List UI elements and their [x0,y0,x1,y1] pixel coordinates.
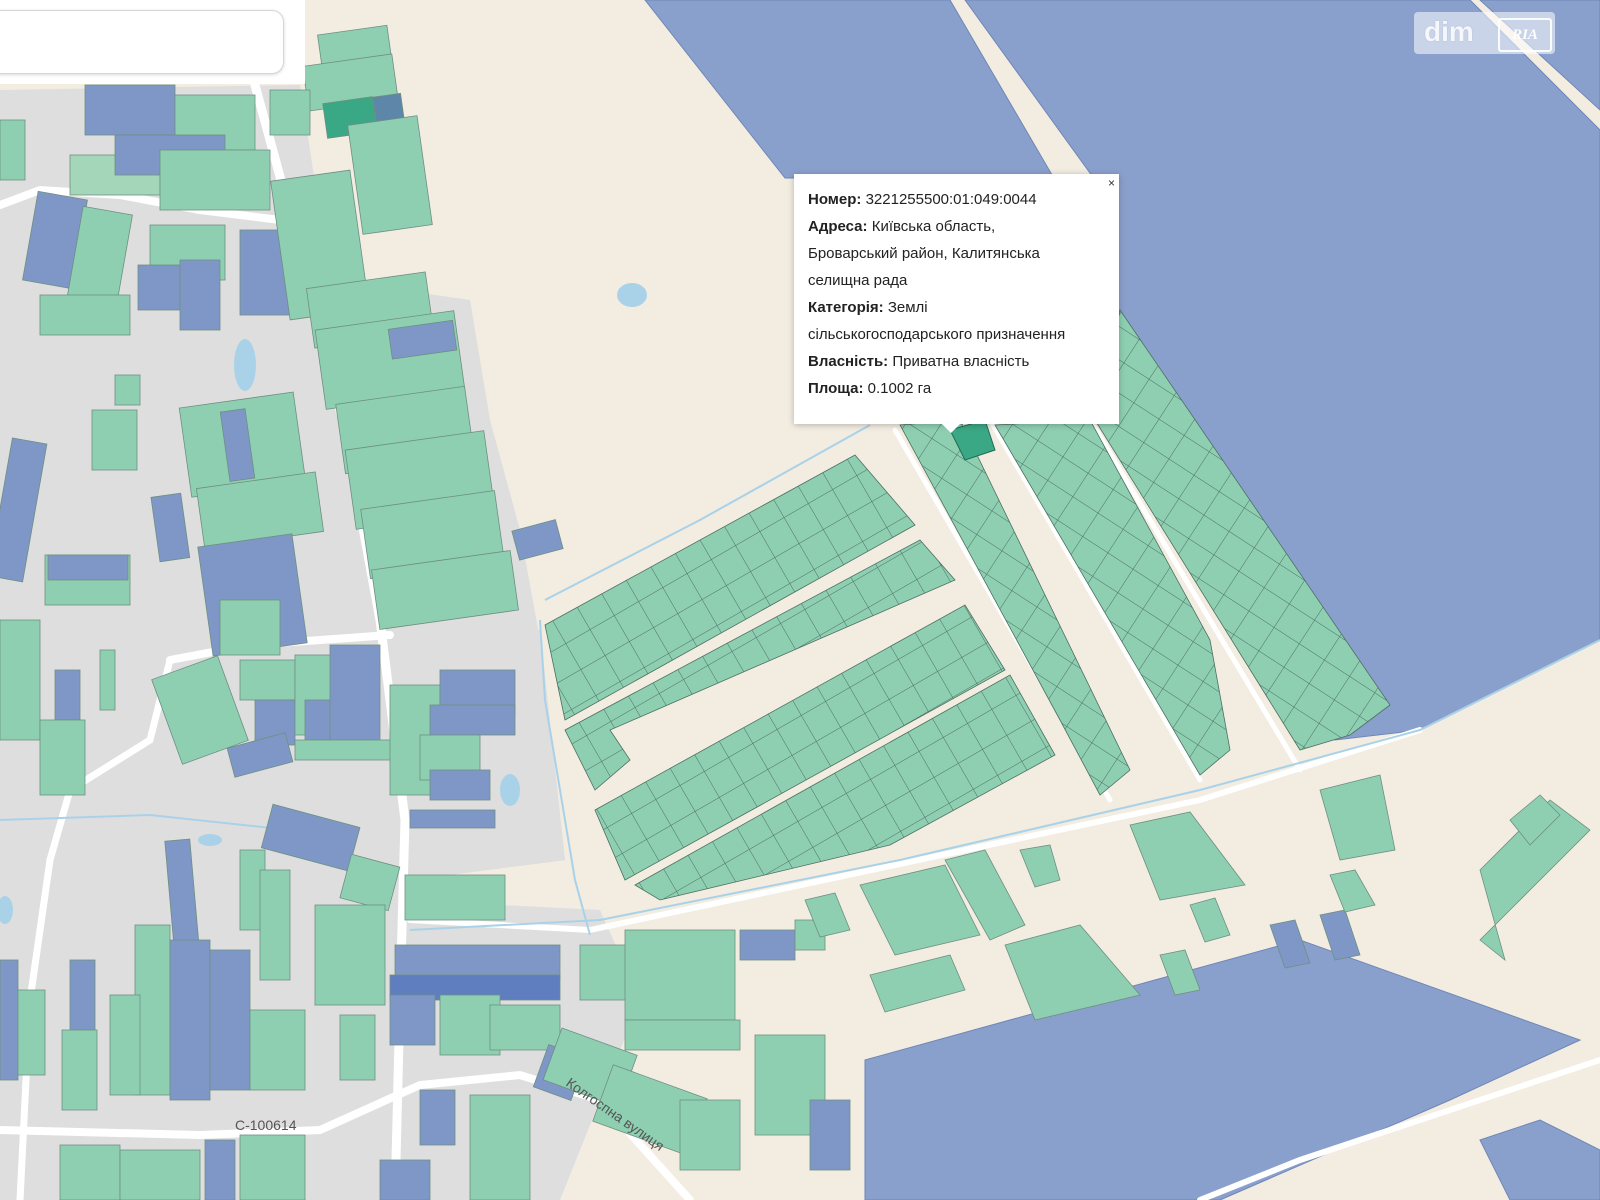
parcel-area-row: Площа: 0.1002 га [808,375,1105,402]
dim-ria-watermark: dim RIA [1414,12,1555,54]
search-panel: 44 [0,0,305,84]
parcel-number-label: Номер: [808,191,862,208]
parcel-number-row: Номер: 3221255500:01:049:0044 [808,186,1105,213]
parcel-address-row: Адреса: Київська область, [808,213,1105,240]
parcel-category-row: Категорія: Землі [808,294,1105,321]
watermark-ria-badge: RIA [1498,18,1552,52]
parcel-ownership-row: Власність: Приватна власність [808,348,1105,375]
parcel-ownership-value: Приватна власність [892,353,1030,370]
parcel-number-value: 3221255500:01:049:0044 [865,191,1037,208]
parcel-address-line3: селищна рада [808,272,908,289]
watermark-dim-text: dim [1424,16,1474,47]
parcel-area-label: Площа: [808,380,864,397]
search-input[interactable]: 44 [0,10,284,74]
parcel-category-line1: Землі [887,299,928,316]
parcel-category-label: Категорія: [808,299,884,316]
parcel-category-line2: сільськогосподарського призначення [808,326,1066,343]
parcel-area-value: 0.1002 га [867,380,932,397]
parcel-info-popup: × Номер: 3221255500:01:049:0044 Адреса: … [794,174,1119,433]
parcel-address-line2: Броварський район, Калитянська [808,245,1040,262]
road-label-route: С-100614 [235,1117,297,1133]
close-icon[interactable]: × [1108,176,1115,190]
parcel-ownership-label: Власність: [808,353,889,370]
parcel-address-label: Адреса: [808,218,868,235]
popup-pointer [942,424,960,433]
parcel-address-line1: Київська область, [871,218,996,235]
